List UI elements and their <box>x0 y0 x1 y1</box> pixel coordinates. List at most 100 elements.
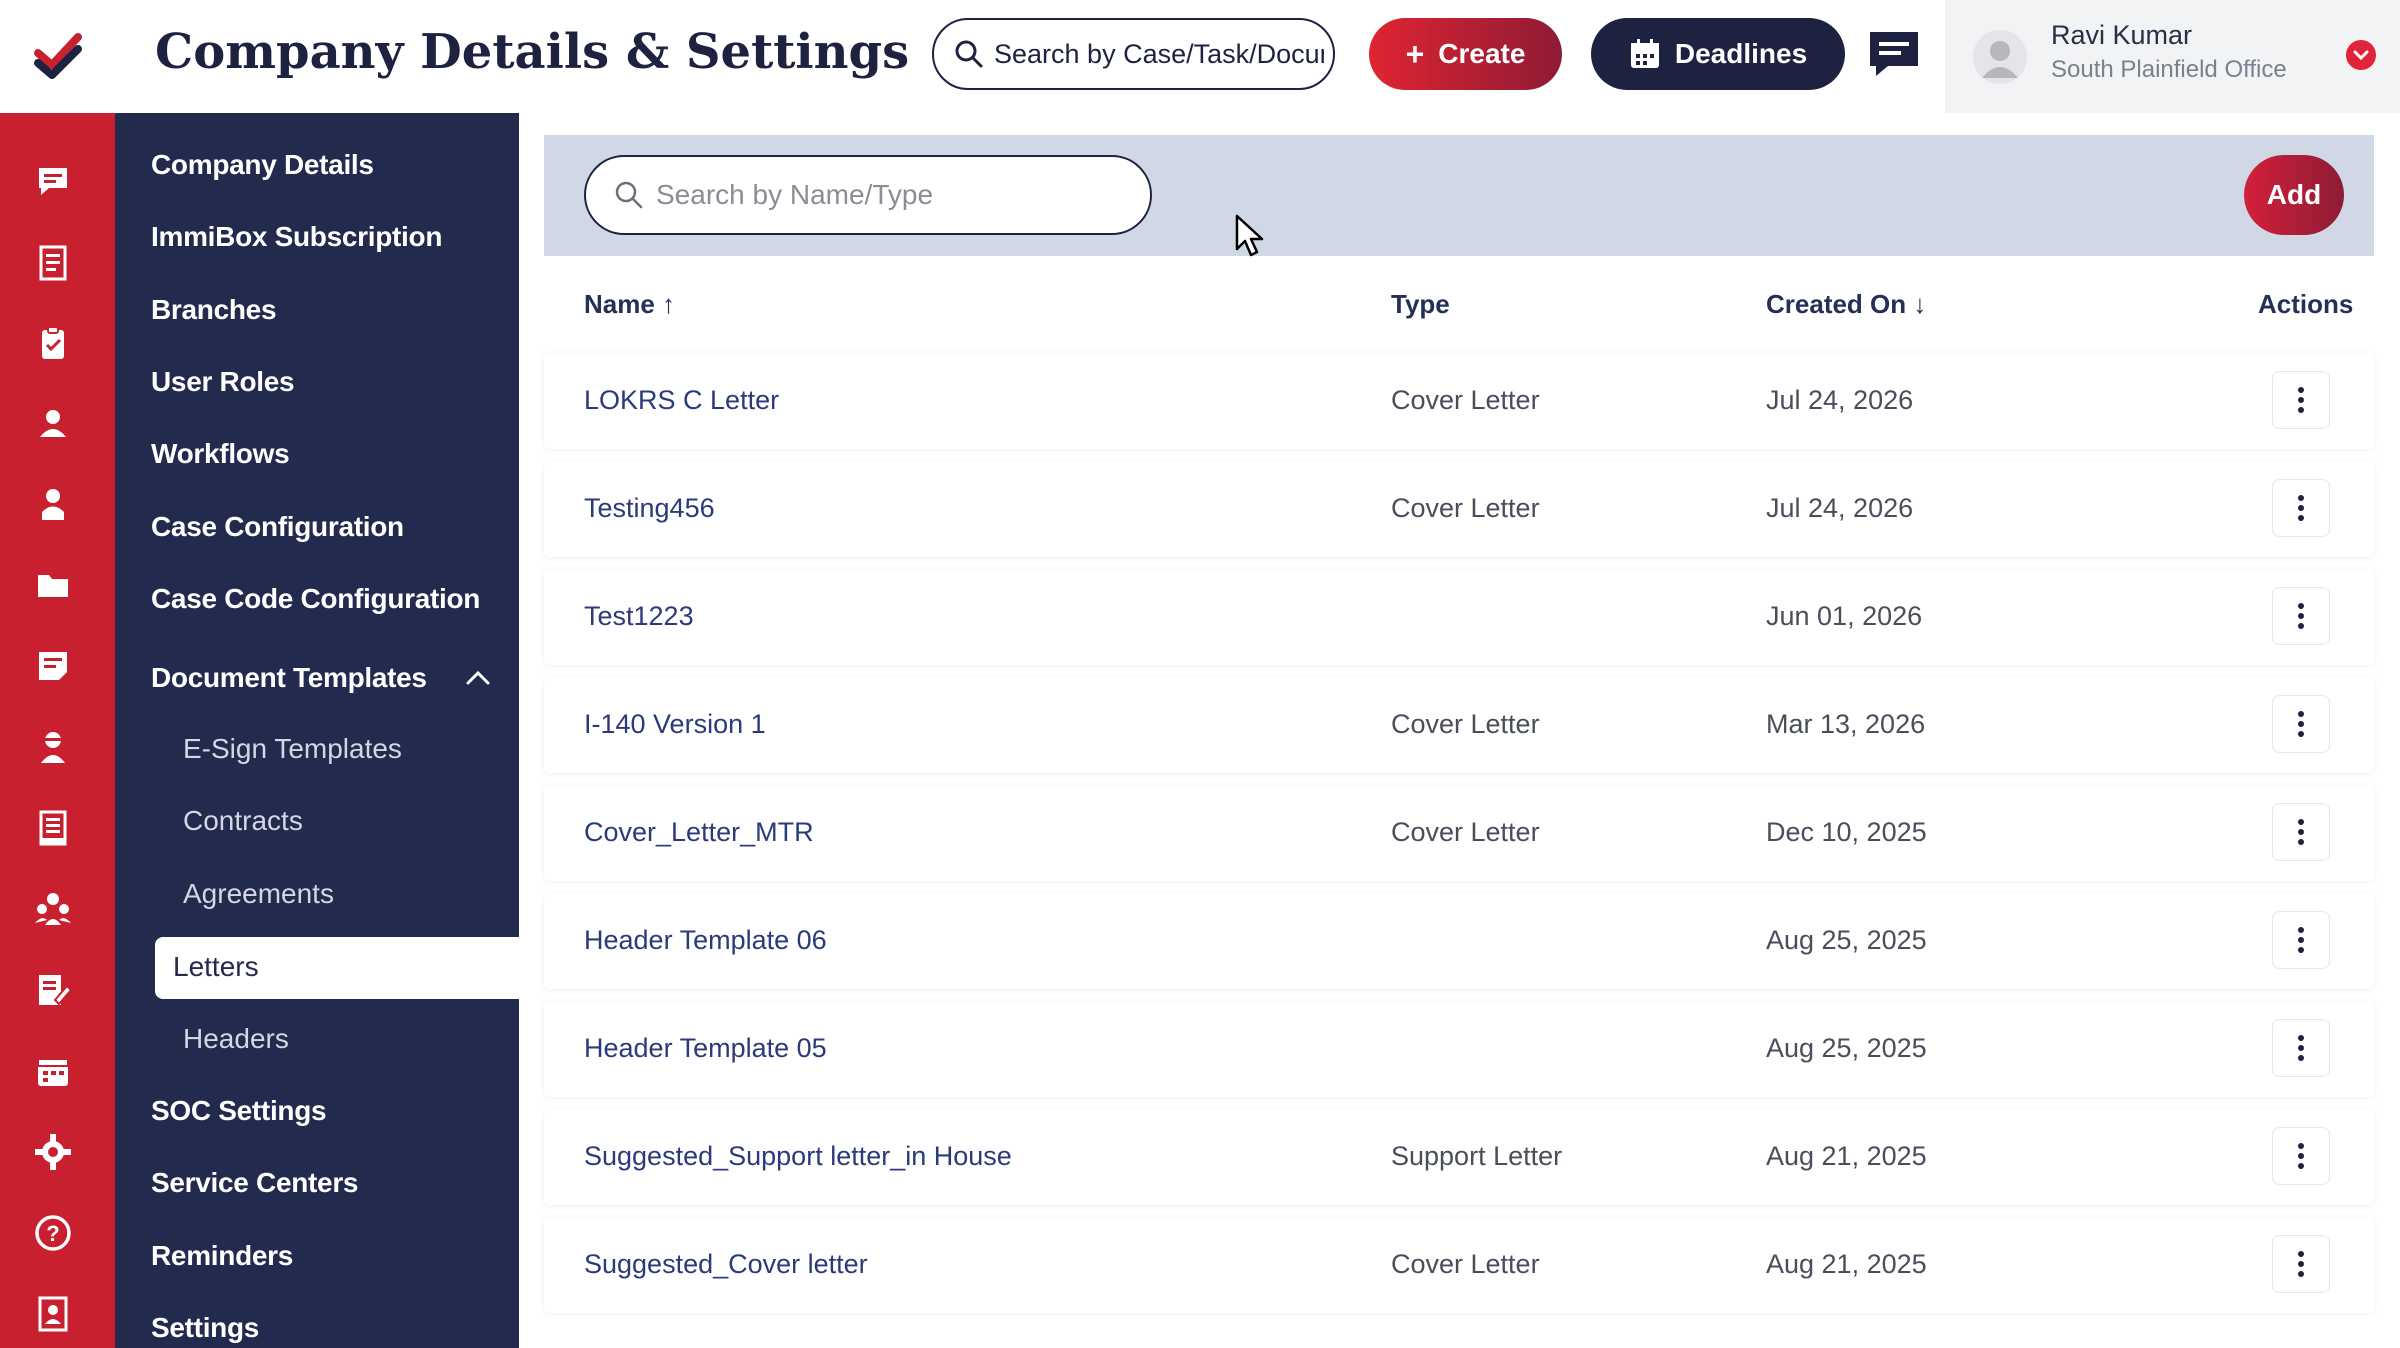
sidebar-item-workflows[interactable]: Workflows <box>151 438 290 470</box>
notes-icon[interactable] <box>28 641 78 691</box>
edit-document-icon[interactable] <box>28 965 78 1015</box>
row-actions-button[interactable] <box>2272 911 2330 969</box>
letter-name-link[interactable]: Suggested_Support letter_in House <box>584 1141 1012 1172</box>
name-type-search-input[interactable] <box>656 179 1136 211</box>
table-row: Testing456 Cover Letter Jul 24, 2026 <box>544 461 2374 557</box>
sidebar-item-branches[interactable]: Branches <box>151 294 277 326</box>
letter-name-link[interactable]: I-140 Version 1 <box>584 709 766 740</box>
svg-text:?: ? <box>46 1221 59 1246</box>
row-actions-button[interactable] <box>2272 1127 2330 1185</box>
message-icon <box>1870 32 1918 76</box>
help-icon[interactable]: ? <box>28 1208 78 1258</box>
search-icon <box>615 181 643 209</box>
deadlines-button-label: Deadlines <box>1674 38 1808 69</box>
name-type-search[interactable] <box>584 155 1152 235</box>
settings-sidebar: Company Details ImmiBox Subscription Bra… <box>115 113 519 1348</box>
calendar-icon[interactable] <box>28 1046 78 1096</box>
sidebar-subitem-esign-templates[interactable]: E-Sign Templates <box>183 733 402 765</box>
contact-icon[interactable] <box>28 398 78 448</box>
create-button[interactable]: + Create <box>1369 18 1562 90</box>
letter-created-on: Mar 13, 2026 <box>1766 709 1926 739</box>
letter-name-link[interactable]: Header Template 06 <box>584 925 827 956</box>
row-actions-button[interactable] <box>2272 1019 2330 1077</box>
row-actions-button[interactable] <box>2272 587 2330 645</box>
sidebar-item-case-configuration[interactable]: Case Configuration <box>151 511 404 543</box>
column-header-created-on[interactable]: Created On ↓ <box>1766 289 1926 320</box>
folder-icon[interactable] <box>28 560 78 610</box>
avatar <box>1973 30 2027 84</box>
column-header-type: Type <box>1391 289 1450 319</box>
letter-type: Support Letter <box>1391 1141 1563 1171</box>
sidebar-item-service-centers[interactable]: Service Centers <box>151 1167 358 1199</box>
chevron-down-icon[interactable] <box>2346 40 2376 70</box>
row-actions-button[interactable] <box>2272 1235 2330 1293</box>
sidebar-item-user-roles[interactable]: User Roles <box>151 366 295 398</box>
chevron-up-icon[interactable] <box>463 663 493 693</box>
letter-type: Cover Letter <box>1391 817 1540 847</box>
more-vertical-icon <box>2298 1035 2304 1061</box>
sidebar-subitem-contracts[interactable]: Contracts <box>183 805 303 837</box>
letter-name-link[interactable]: Suggested_Cover letter <box>584 1249 868 1280</box>
top-bar: Company Details & Settings + Create Dead… <box>115 0 2400 113</box>
more-vertical-icon <box>2298 1143 2304 1169</box>
letter-name-link[interactable]: Testing456 <box>584 493 715 524</box>
sidebar-item-case-code-configuration[interactable]: Case Code Configuration <box>151 583 480 615</box>
user-name: Ravi Kumar <box>2051 20 2193 50</box>
letter-created-on: Jul 24, 2026 <box>1766 385 1914 415</box>
more-vertical-icon <box>2298 927 2304 953</box>
letter-type: Cover Letter <box>1391 709 1540 739</box>
sort-descending-icon: ↓ <box>1906 289 1927 319</box>
main-content: Add Name ↑ Type Created On ↓ Actions LOK… <box>519 113 2400 1348</box>
row-actions-button[interactable] <box>2272 803 2330 861</box>
mouse-cursor-icon <box>1235 214 1264 257</box>
table-row: Cover_Letter_MTR Cover Letter Dec 10, 20… <box>544 785 2374 881</box>
filter-bar: Add <box>544 135 2374 257</box>
icon-rail: ? <box>0 0 115 1348</box>
agent-icon[interactable] <box>28 722 78 772</box>
person-icon[interactable] <box>28 479 78 529</box>
sidebar-item-immibox-subscription[interactable]: ImmiBox Subscription <box>151 221 442 253</box>
sidebar-subitem-letters[interactable]: Letters <box>155 937 519 999</box>
clipboard-icon[interactable] <box>28 318 78 368</box>
more-vertical-icon <box>2298 603 2304 629</box>
global-search-input[interactable] <box>994 38 1324 70</box>
global-search[interactable] <box>932 18 1335 90</box>
sidebar-subitem-headers[interactable]: Headers <box>183 1023 289 1055</box>
sidebar-item-document-templates[interactable]: Document Templates <box>151 662 427 694</box>
settings-icon[interactable] <box>28 1127 78 1177</box>
letter-created-on: Jun 01, 2026 <box>1766 601 1923 631</box>
sidebar-item-reminders[interactable]: Reminders <box>151 1240 293 1272</box>
more-vertical-icon <box>2298 387 2304 413</box>
table-header: Name ↑ Type Created On ↓ Actions <box>544 275 2374 335</box>
sort-ascending-icon: ↑ <box>654 289 676 319</box>
report-icon[interactable] <box>28 803 78 853</box>
search-icon <box>955 40 983 68</box>
letter-created-on: Aug 25, 2025 <box>1766 925 1927 955</box>
user-menu[interactable]: Ravi Kumar South Plainfield Office <box>1945 0 2400 113</box>
table-row: LOKRS C Letter Cover Letter Jul 24, 2026 <box>544 353 2374 449</box>
chat-icon[interactable] <box>28 157 78 207</box>
letter-name-link[interactable]: Test1223 <box>584 601 694 632</box>
logo-check-icon[interactable] <box>0 0 115 113</box>
letter-name-link[interactable]: LOKRS C Letter <box>584 385 779 416</box>
more-vertical-icon <box>2298 819 2304 845</box>
sidebar-item-settings[interactable]: Settings <box>151 1312 259 1344</box>
add-button[interactable]: Add <box>2244 155 2344 235</box>
row-actions-button[interactable] <box>2272 695 2330 753</box>
letter-type: Cover Letter <box>1391 493 1540 523</box>
letter-name-link[interactable]: Header Template 05 <box>584 1033 827 1064</box>
row-actions-button[interactable] <box>2272 371 2330 429</box>
column-header-name[interactable]: Name ↑ <box>584 289 675 320</box>
sidebar-item-soc-settings[interactable]: SOC Settings <box>151 1095 327 1127</box>
sidebar-subitem-agreements[interactable]: Agreements <box>183 878 334 910</box>
calendar-icon <box>1630 39 1659 68</box>
document-icon[interactable] <box>28 238 78 288</box>
row-actions-button[interactable] <box>2272 479 2330 537</box>
letter-created-on: Jul 24, 2026 <box>1766 493 1914 523</box>
team-icon[interactable] <box>28 884 78 934</box>
letter-name-link[interactable]: Cover_Letter_MTR <box>584 817 814 848</box>
deadlines-button[interactable]: Deadlines <box>1591 18 1845 90</box>
messages-button[interactable] <box>1864 26 1924 82</box>
sidebar-item-company-details[interactable]: Company Details <box>151 149 374 181</box>
book-icon[interactable] <box>28 1289 78 1339</box>
